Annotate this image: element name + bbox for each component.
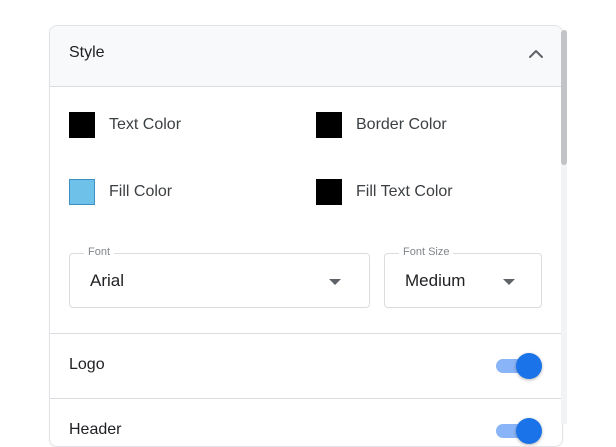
fill-color-label: Fill Color bbox=[109, 183, 173, 200]
text-color-label: Text Color bbox=[109, 116, 182, 133]
fill-text-color-swatch[interactable] bbox=[316, 179, 342, 205]
text-color-swatch[interactable] bbox=[69, 112, 95, 138]
scrollbar-thumb[interactable] bbox=[561, 30, 567, 165]
dropdown-arrow-icon bbox=[329, 279, 341, 285]
fill-color-swatch[interactable] bbox=[69, 179, 95, 205]
border-color-label: Border Color bbox=[356, 116, 447, 133]
font-size-select[interactable]: Font Size Medium bbox=[384, 246, 542, 308]
fill-color-option[interactable]: Fill Color bbox=[69, 179, 172, 205]
chevron-up-icon[interactable] bbox=[524, 42, 548, 66]
vertical-scrollbar[interactable] bbox=[561, 30, 567, 424]
header-toggle-row[interactable]: Header bbox=[50, 399, 562, 446]
style-panel: Style Text Color Border Color Fill Color… bbox=[49, 25, 563, 447]
header-toggle[interactable] bbox=[494, 418, 542, 444]
fill-text-color-label: Fill Text Color bbox=[356, 183, 453, 200]
dropdown-arrow-icon bbox=[503, 279, 515, 285]
font-size-select-legend: Font Size bbox=[399, 246, 454, 258]
font-select-value: Arial bbox=[90, 271, 125, 290]
font-size-select-value: Medium bbox=[405, 271, 466, 290]
border-color-swatch[interactable] bbox=[316, 112, 342, 138]
style-section-title: Style bbox=[69, 44, 105, 61]
logo-toggle[interactable] bbox=[494, 353, 542, 379]
style-section-header[interactable]: Style bbox=[50, 26, 562, 87]
fill-text-color-option[interactable]: Fill Text Color bbox=[316, 179, 453, 205]
toggle-thumb[interactable] bbox=[516, 418, 542, 444]
logo-toggle-row[interactable]: Logo bbox=[50, 334, 562, 398]
border-color-option[interactable]: Border Color bbox=[316, 112, 447, 138]
text-color-option[interactable]: Text Color bbox=[69, 112, 181, 138]
font-select-legend: Font bbox=[84, 246, 115, 258]
toggle-thumb[interactable] bbox=[516, 353, 542, 379]
font-select[interactable]: Font Arial bbox=[69, 246, 370, 308]
logo-toggle-label: Logo bbox=[69, 356, 105, 373]
